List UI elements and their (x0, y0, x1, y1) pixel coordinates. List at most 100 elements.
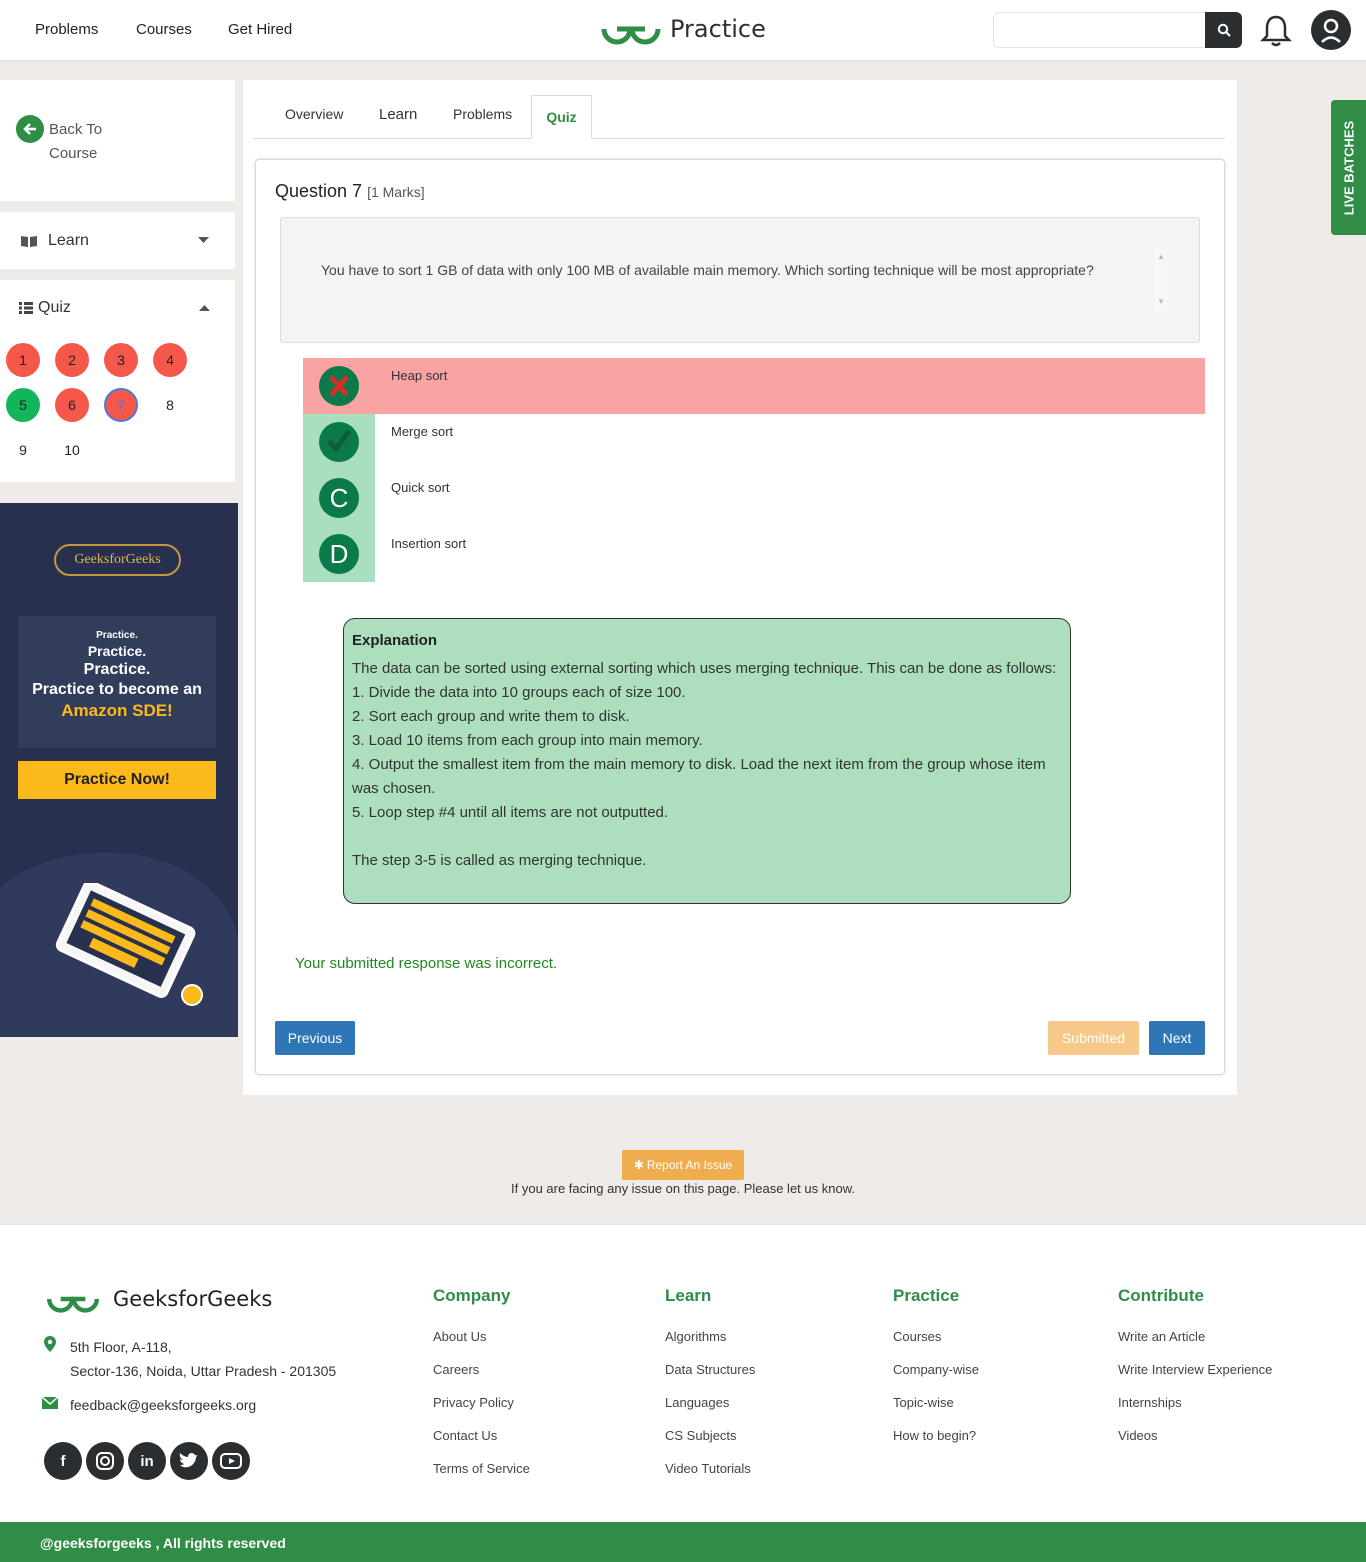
nav-get-hired[interactable]: Get Hired (228, 21, 292, 38)
footer-link-terms[interactable]: Terms of Service (433, 1461, 530, 1476)
gfg-logo-icon (601, 26, 661, 45)
footer-link-internships[interactable]: Internships (1118, 1395, 1182, 1410)
footer-link-algorithms[interactable]: Algorithms (665, 1329, 726, 1344)
next-button[interactable]: Next (1149, 1021, 1205, 1055)
list-icon (19, 302, 33, 314)
back-to-course-link[interactable]: Back To Course (49, 118, 129, 166)
question-marks: [1 Marks] (367, 184, 425, 200)
footer-address-line-2: Sector-136, Noida, Uttar Pradesh - 20130… (70, 1363, 337, 1379)
footer-link-write-interview[interactable]: Write Interview Experience (1118, 1362, 1272, 1377)
live-batches-label[interactable]: LIVE BATCHES (1342, 121, 1357, 215)
footer-heading-practice: Practice (893, 1286, 960, 1305)
scroll-up-icon[interactable]: ▲ (1154, 252, 1168, 261)
search-input[interactable] (993, 12, 1206, 48)
twitter-icon[interactable] (170, 1442, 208, 1480)
search-button[interactable] (1205, 12, 1242, 48)
brand-logo[interactable]: Practice (600, 12, 766, 46)
top-header: Problems Courses Get Hired Practice (0, 0, 1366, 60)
linkedin-icon[interactable]: in (128, 1442, 166, 1480)
explanation-line-7 (352, 825, 1062, 849)
previous-button[interactable]: Previous (275, 1021, 355, 1055)
promo-banner[interactable]: GeeksforGeeks Practice. Practice. Practi… (0, 503, 238, 1037)
tab-bar: Overview Learn Problems (253, 95, 1225, 139)
footer-heading-learn: Learn (665, 1286, 712, 1305)
footer-link-how-to-begin[interactable]: How to begin? (893, 1428, 976, 1443)
footer-link-cs-subjects[interactable]: CS Subjects (665, 1428, 737, 1443)
location-pin-icon (44, 1336, 56, 1352)
report-issue-button[interactable]: ✱ Report An Issue (622, 1150, 744, 1180)
scroll-down-icon[interactable]: ▼ (1154, 297, 1168, 306)
option-b-label[interactable]: Merge sort (391, 424, 453, 439)
bell-icon[interactable] (1259, 14, 1293, 53)
footer-link-videos[interactable]: Videos (1118, 1428, 1158, 1443)
question-nav-1[interactable]: 1 (6, 343, 40, 377)
explanation-line-3: 2. Sort each group and write them to dis… (352, 708, 630, 725)
practice-now-button[interactable]: Practice Now! (18, 761, 216, 799)
nav-courses[interactable]: Courses (136, 21, 192, 38)
explanation-title: Explanation (352, 632, 438, 649)
footer-link-about-us[interactable]: About Us (433, 1329, 486, 1344)
footer-address-line-1: 5th Floor, A-118, (70, 1339, 172, 1355)
footer-email-link[interactable]: feedback@geeksforgeeks.org (70, 1397, 256, 1413)
submitted-button[interactable]: Submitted (1048, 1021, 1139, 1055)
scrollbar[interactable]: ▲ ▼ (1154, 248, 1168, 312)
mail-icon (42, 1397, 58, 1409)
option-d-icon[interactable]: D (319, 534, 359, 574)
question-title: Question 7 [1 Marks] (275, 181, 425, 202)
youtube-icon[interactable] (212, 1442, 250, 1480)
ad-line-1: Practice. (96, 630, 138, 641)
explanation-line-6: 5. Loop step #4 until all items are not … (352, 804, 669, 821)
back-arrow-icon[interactable] (16, 115, 44, 143)
ad-line-5: Amazon SDE! (61, 701, 173, 720)
explanation-line-5: 4. Output the smallest item from the mai… (352, 756, 1046, 797)
footer-link-data-structures[interactable]: Data Structures (665, 1362, 755, 1377)
footer-link-write-article[interactable]: Write an Article (1118, 1329, 1205, 1344)
footer-link-video-tutorials[interactable]: Video Tutorials (665, 1461, 751, 1476)
ad-line-4: Practice to become an (32, 681, 202, 698)
tab-problems[interactable]: Problems (453, 106, 512, 122)
question-text-box: You have to sort 1 GB of data with only … (280, 217, 1200, 343)
footer-link-contact-us[interactable]: Contact Us (433, 1428, 497, 1443)
explanation-line-2: 1. Divide the data into 10 groups each o… (352, 684, 686, 701)
question-nav-7[interactable]: 7 (104, 388, 138, 422)
question-nav-8[interactable]: 8 (153, 388, 187, 422)
report-issue-note: If you are facing any issue on this page… (511, 1181, 855, 1196)
facebook-icon[interactable]: f (44, 1442, 82, 1480)
user-avatar-icon[interactable] (1311, 10, 1351, 50)
question-nav-4[interactable]: 4 (153, 343, 187, 377)
ad-headline: Practice. Practice. Practice. Practice t… (18, 616, 216, 748)
explanation-line-4: 3. Load 10 items from each group into ma… (352, 732, 703, 749)
option-a-label[interactable]: Heap sort (391, 368, 447, 383)
question-number: Question 7 (275, 181, 363, 201)
explanation-box: Explanation The data can be sorted using… (343, 618, 1071, 904)
tab-overview[interactable]: Overview (285, 106, 343, 122)
instagram-icon[interactable] (86, 1442, 124, 1480)
check-icon[interactable] (319, 422, 359, 462)
tab-learn[interactable]: Learn (379, 106, 417, 123)
option-d-label[interactable]: Insertion sort (391, 536, 466, 551)
cross-icon[interactable] (319, 366, 359, 406)
footer-link-topic-wise[interactable]: Topic-wise (893, 1395, 954, 1410)
nav-problems[interactable]: Problems (35, 21, 98, 38)
question-nav-6[interactable]: 6 (55, 388, 89, 422)
bug-icon: ✱ (633, 1158, 644, 1172)
question-nav-2[interactable]: 2 (55, 343, 89, 377)
footer-link-languages[interactable]: Languages (665, 1395, 729, 1410)
ad-line-3: Practice. (83, 661, 151, 678)
footer-link-courses[interactable]: Courses (893, 1329, 941, 1344)
question-nav-10[interactable]: 10 (55, 433, 89, 467)
question-nav-9[interactable]: 9 (6, 433, 40, 467)
option-c-label[interactable]: Quick sort (391, 480, 450, 495)
gfg-footer-logo-icon[interactable] (43, 1284, 103, 1314)
ad-brand-pill: GeeksforGeeks (54, 544, 181, 576)
caret-down-icon[interactable] (198, 237, 209, 244)
question-nav-3[interactable]: 3 (104, 343, 138, 377)
caret-up-icon[interactable] (199, 305, 210, 312)
question-nav-5[interactable]: 5 (6, 388, 40, 422)
footer-link-careers[interactable]: Careers (433, 1362, 479, 1377)
footer-link-privacy-policy[interactable]: Privacy Policy (433, 1395, 514, 1410)
footer-link-company-wise[interactable]: Company-wise (893, 1362, 979, 1377)
option-c-icon[interactable]: C (319, 478, 359, 518)
option-a-row[interactable] (303, 358, 1205, 414)
tab-quiz[interactable]: Quiz (531, 95, 592, 139)
